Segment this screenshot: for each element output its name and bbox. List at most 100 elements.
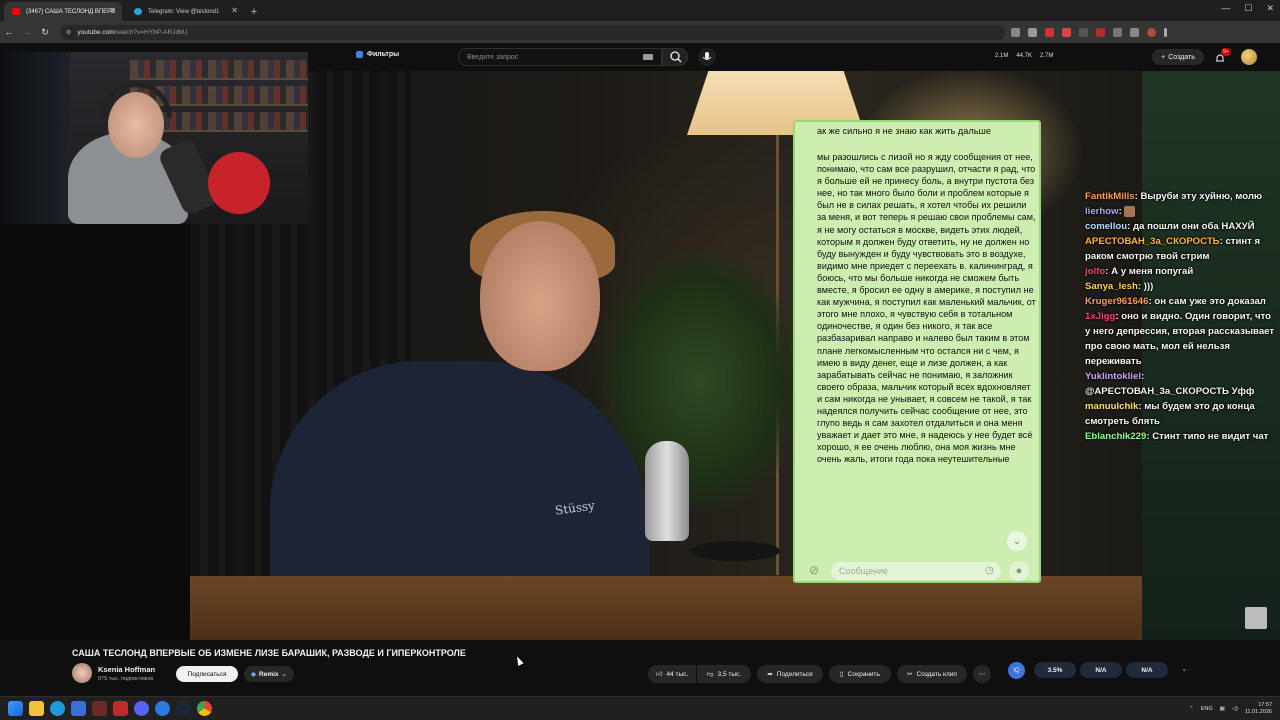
create-clip-button[interactable]: ✂ Создать клип bbox=[897, 665, 967, 683]
extension-icon[interactable] bbox=[1062, 27, 1071, 37]
channel-avatar[interactable] bbox=[72, 663, 92, 683]
back-arrow-icon[interactable]: ← bbox=[0, 27, 18, 37]
message-input[interactable]: Сообщение bbox=[831, 562, 1001, 580]
network-icon[interactable]: ▦ bbox=[1220, 706, 1225, 712]
chat-message: FantikMills: Выруби эту хуйню, молю bbox=[1085, 191, 1263, 202]
language-indicator[interactable]: ENG bbox=[1201, 706, 1213, 712]
url-field[interactable]: ⚙ youtube.com/watch?v=HYbP-ARJdbU bbox=[60, 24, 1005, 40]
search-input[interactable]: Введите запрос bbox=[458, 48, 662, 66]
keyboard-icon[interactable] bbox=[643, 54, 653, 60]
chat-username[interactable]: manuulchik bbox=[1085, 401, 1138, 412]
reload-icon[interactable]: ↻ bbox=[36, 27, 54, 38]
steam-icon[interactable] bbox=[176, 701, 191, 716]
sticker-icon[interactable]: ◷ bbox=[985, 565, 994, 576]
streamer-webcam bbox=[0, 52, 308, 224]
subscribe-button[interactable]: Подписаться bbox=[176, 666, 238, 682]
chat-text: он сам уже это доказал bbox=[1154, 296, 1266, 307]
extension-icon[interactable] bbox=[1079, 27, 1088, 37]
chat-username[interactable]: АРЕСТОВАН_3а_СКОРОСТЬ bbox=[1085, 236, 1220, 247]
chat-username[interactable]: comellou bbox=[1085, 221, 1127, 232]
site-info-icon[interactable]: ⚙ bbox=[66, 29, 71, 36]
more-actions-button[interactable]: ⋯ bbox=[973, 665, 991, 683]
maximize-icon[interactable]: ☐ bbox=[1244, 3, 1252, 14]
chat-username[interactable]: Kruger961646 bbox=[1085, 296, 1148, 307]
clock[interactable]: 17:57 11.01.2026 bbox=[1245, 702, 1272, 716]
tab-youtube[interactable]: (3467) САША ТЕСЛОНД ВПЕРВ ✕ bbox=[4, 2, 122, 21]
discord-icon[interactable] bbox=[134, 701, 149, 716]
scroll-down-icon[interactable]: ⌄ bbox=[1007, 531, 1027, 551]
app-icon[interactable] bbox=[113, 701, 128, 716]
extension-stat-pill: 3.5% bbox=[1034, 662, 1076, 678]
chat-text: А у меня попугай bbox=[1111, 266, 1194, 277]
close-tab-icon[interactable]: ✕ bbox=[231, 6, 238, 15]
account-avatar[interactable] bbox=[1241, 49, 1257, 65]
chevron-down-icon[interactable]: ⌄ bbox=[1181, 664, 1188, 673]
thumbs-up-icon: 👍︎ bbox=[655, 671, 663, 678]
file-explorer-icon[interactable] bbox=[29, 701, 44, 716]
chat-text: да пошли они оба НАХУЙ bbox=[1133, 221, 1255, 232]
bookmark-star-icon[interactable] bbox=[1028, 27, 1037, 37]
chat-username[interactable]: lierhow bbox=[1085, 206, 1119, 217]
url-host: youtube.com bbox=[77, 28, 115, 36]
notification-badge: 9+ bbox=[1221, 48, 1231, 56]
studio-microphone bbox=[645, 441, 689, 541]
create-button[interactable]: + Создать bbox=[1152, 49, 1204, 65]
new-tab-button[interactable]: + bbox=[244, 2, 264, 21]
menu-kebab-icon[interactable] bbox=[1164, 27, 1167, 37]
dislike-button[interactable]: 👎︎ 3,5 тыс. bbox=[697, 665, 751, 683]
close-tab-icon[interactable]: ✕ bbox=[109, 6, 116, 15]
chat-message: comellou: да пошли они оба НАХУЙ bbox=[1085, 221, 1255, 232]
tab-telegram[interactable]: Telegram: View @teslond1 ✕ bbox=[126, 2, 244, 21]
voice-message-icon[interactable]: ● bbox=[1009, 561, 1029, 581]
chat-username[interactable]: Sanya_lesh bbox=[1085, 281, 1138, 292]
chat-username[interactable]: 1xJigg bbox=[1085, 311, 1115, 322]
profile-icon[interactable] bbox=[1147, 27, 1156, 37]
puzzle-icon[interactable] bbox=[1130, 27, 1139, 37]
minimize-icon[interactable]: — bbox=[1221, 3, 1230, 14]
forward-arrow-icon[interactable]: → bbox=[18, 27, 36, 37]
extension-icon[interactable] bbox=[1113, 27, 1122, 37]
shelf-items bbox=[130, 60, 308, 78]
tray-up-icon[interactable]: ⌃ bbox=[1189, 706, 1194, 712]
person-head bbox=[480, 221, 600, 371]
chat-text: Выруби эту хуйню, молю bbox=[1140, 191, 1263, 202]
like-button[interactable]: 👍︎ 44 тыс. bbox=[648, 665, 696, 683]
chat-username[interactable]: jolfo bbox=[1085, 266, 1105, 277]
chat-username[interactable]: Eblanchik229 bbox=[1085, 431, 1146, 442]
save-button[interactable]: ▯ Сохранить bbox=[829, 665, 891, 683]
channel-name[interactable]: Ksenia Hoffman bbox=[98, 665, 155, 674]
notifications-button[interactable]: 9+ bbox=[1214, 48, 1231, 63]
edge-icon[interactable] bbox=[50, 701, 65, 716]
share-button[interactable]: ➦ Поделиться bbox=[757, 665, 823, 683]
url-path: /watch?v=HYbP-ARJdbU bbox=[114, 28, 188, 36]
voice-search-button[interactable] bbox=[698, 48, 716, 66]
chrome-icon[interactable] bbox=[197, 701, 212, 716]
close-window-icon[interactable]: ✕ bbox=[1266, 3, 1274, 14]
app-icon[interactable] bbox=[155, 701, 170, 716]
chat-username[interactable]: Yuklintokliel bbox=[1085, 371, 1141, 382]
red-sign-prop bbox=[201, 145, 277, 221]
remix-button[interactable]: ◈ Remix ⌄ bbox=[244, 666, 294, 682]
search-button[interactable] bbox=[662, 48, 688, 66]
extension-logo-icon[interactable]: IQ bbox=[1008, 662, 1025, 679]
cast-icon[interactable] bbox=[1011, 27, 1020, 37]
filters-label: Фильтры bbox=[367, 51, 400, 58]
volume-icon[interactable]: ◁) bbox=[1232, 706, 1238, 712]
telegram-input-bar: ⊘ Сообщение ◷ ● bbox=[795, 557, 1039, 581]
share-icon: ➦ bbox=[767, 671, 773, 678]
extension-icon[interactable] bbox=[1096, 27, 1105, 37]
video-title: САША ТЕСЛОНД ВПЕРВЫЕ ОБ ИЗМЕНЕ ЛИЗЕ БАРА… bbox=[72, 648, 466, 658]
extension-icon[interactable] bbox=[1045, 27, 1054, 37]
telegram-message-header: ак же сильно я не знаю как жить дальше bbox=[817, 126, 992, 136]
remix-label: Remix bbox=[259, 670, 279, 678]
search-icon bbox=[670, 51, 682, 63]
app-icon[interactable] bbox=[71, 701, 86, 716]
windows-start-icon[interactable] bbox=[8, 701, 23, 716]
extension-stats: 2.1M 44.7K 2.7M bbox=[995, 53, 1053, 59]
chat-username[interactable]: FantikMills bbox=[1085, 191, 1135, 202]
dislike-count: 3,5 тыс. bbox=[717, 670, 742, 678]
filters-button[interactable]: Фильтры bbox=[356, 51, 399, 58]
app-icon[interactable] bbox=[92, 701, 107, 716]
attach-icon[interactable]: ⊘ bbox=[809, 563, 819, 577]
search-placeholder: Введите запрос bbox=[467, 54, 519, 61]
